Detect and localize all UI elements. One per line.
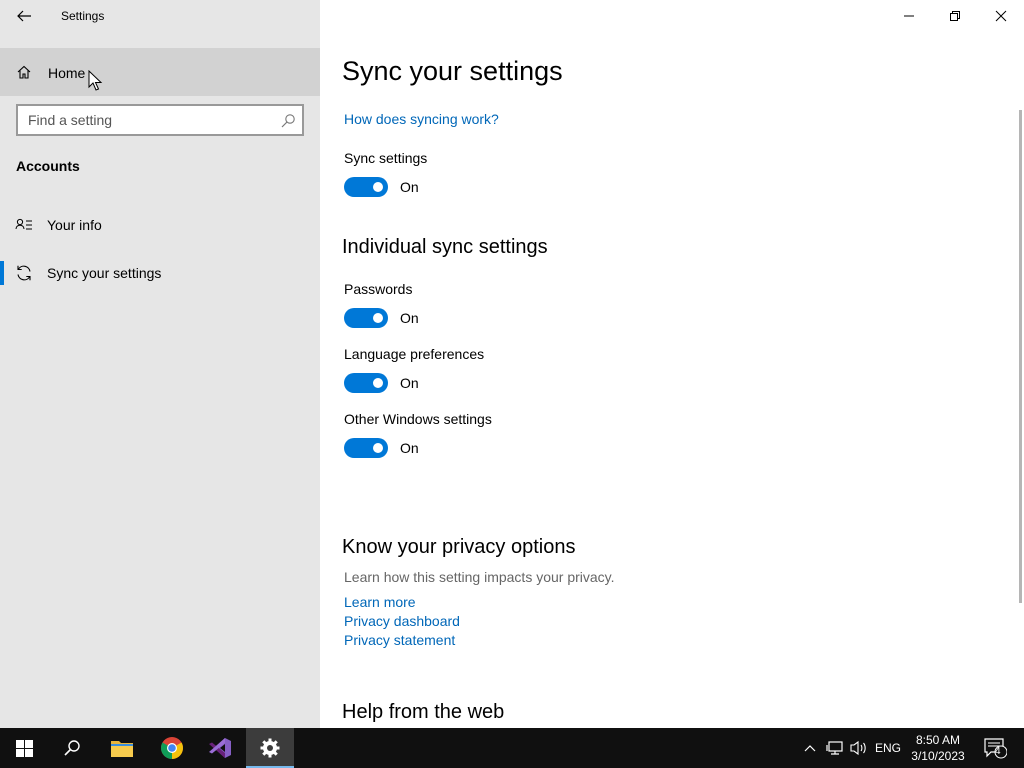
help-heading: Help from the web: [342, 701, 505, 723]
privacy-dashboard-link[interactable]: Privacy dashboard: [344, 613, 460, 629]
privacy-statement-link[interactable]: Privacy statement: [344, 632, 455, 648]
individual-sync-heading: Individual sync settings: [342, 236, 548, 258]
passwords-label: Passwords: [344, 281, 413, 297]
search-icon: [64, 740, 80, 756]
action-center-button[interactable]: 4: [980, 728, 1010, 768]
sidebar-item-home[interactable]: Home: [0, 48, 320, 96]
taskbar: ENG 8:50 AM 3/10/2023 4: [0, 728, 1024, 768]
start-button[interactable]: [0, 728, 48, 768]
sync-settings-label: Sync settings: [344, 150, 428, 166]
sidebar-item-label: Sync your settings: [47, 265, 162, 281]
chrome-button[interactable]: [148, 728, 196, 768]
mouse-cursor-icon: [88, 70, 103, 91]
page-title: Sync your settings: [342, 56, 563, 86]
section-title: Accounts: [16, 158, 80, 174]
other-windows-settings-label: Other Windows settings: [344, 411, 492, 427]
how-syncing-works-link[interactable]: How does syncing work?: [344, 111, 499, 127]
minimize-button[interactable]: [886, 0, 932, 32]
language-preferences-label: Language preferences: [344, 346, 485, 362]
visual-studio-button[interactable]: [196, 728, 244, 768]
toggle-knob: [373, 182, 383, 192]
network-button[interactable]: [824, 728, 846, 768]
toggle-knob: [373, 313, 383, 323]
settings-taskbar-button[interactable]: [246, 728, 294, 768]
volume-button[interactable]: [848, 728, 870, 768]
restore-icon: [950, 11, 960, 21]
sidebar-item-label: Home: [48, 65, 86, 81]
sidebar-item-sync-your-settings[interactable]: Sync your settings: [0, 253, 320, 293]
chrome-icon: [161, 737, 183, 759]
minimize-icon: [904, 15, 914, 17]
show-hidden-icons-button[interactable]: [800, 728, 820, 768]
folder-icon: [111, 741, 133, 757]
sync-icon: [17, 265, 31, 281]
vertical-scrollbar[interactable]: [1019, 110, 1022, 603]
windows-logo-icon: [15, 739, 33, 757]
restore-button[interactable]: [932, 0, 978, 32]
search-icon[interactable]: [280, 113, 296, 129]
sync-settings-toggle[interactable]: [344, 177, 388, 197]
toggle-state: On: [400, 375, 419, 391]
title-bar: Settings: [0, 0, 320, 32]
toggle-state: On: [400, 179, 419, 195]
sidebar: Settings Home Accounts Your info Sync yo…: [0, 0, 320, 728]
visual-studio-icon: [209, 738, 231, 758]
learn-more-link[interactable]: Learn more: [344, 594, 416, 610]
privacy-heading: Know your privacy options: [342, 536, 576, 558]
search-input[interactable]: [28, 112, 268, 128]
toggle-state: On: [400, 440, 419, 456]
speaker-icon: [850, 740, 866, 756]
network-icon: [826, 741, 843, 755]
clock-date: 3/10/2023: [911, 749, 965, 763]
app-title: Settings: [61, 9, 105, 23]
passwords-toggle[interactable]: [344, 308, 388, 328]
toggle-state: On: [400, 310, 419, 326]
toggle-knob: [373, 443, 383, 453]
other-windows-settings-toggle[interactable]: [344, 438, 388, 458]
sidebar-item-your-info[interactable]: Your info: [0, 205, 320, 245]
close-button[interactable]: [978, 0, 1024, 32]
language-preferences-toggle[interactable]: [344, 373, 388, 393]
home-icon: [17, 65, 31, 79]
back-button[interactable]: [8, 4, 40, 28]
sidebar-item-label: Your info: [47, 217, 102, 233]
notification-count-badge: 4: [995, 746, 1001, 757]
back-arrow-icon: [17, 10, 31, 22]
privacy-description: Learn how this setting impacts your priv…: [344, 569, 615, 585]
main-content: Sync your settings How does syncing work…: [320, 0, 1024, 728]
contact-card-icon: [15, 218, 32, 230]
input-language-button[interactable]: ENG: [872, 728, 904, 768]
clock[interactable]: 8:50 AM 3/10/2023: [904, 732, 972, 764]
toggle-knob: [373, 378, 383, 388]
gear-icon: [260, 738, 280, 758]
clock-time: 8:50 AM: [915, 733, 961, 747]
close-icon: [995, 10, 1007, 22]
chevron-up-icon: [804, 745, 816, 752]
file-explorer-button[interactable]: [98, 728, 146, 768]
taskbar-search-button[interactable]: [48, 728, 96, 768]
search-box[interactable]: [16, 104, 304, 136]
